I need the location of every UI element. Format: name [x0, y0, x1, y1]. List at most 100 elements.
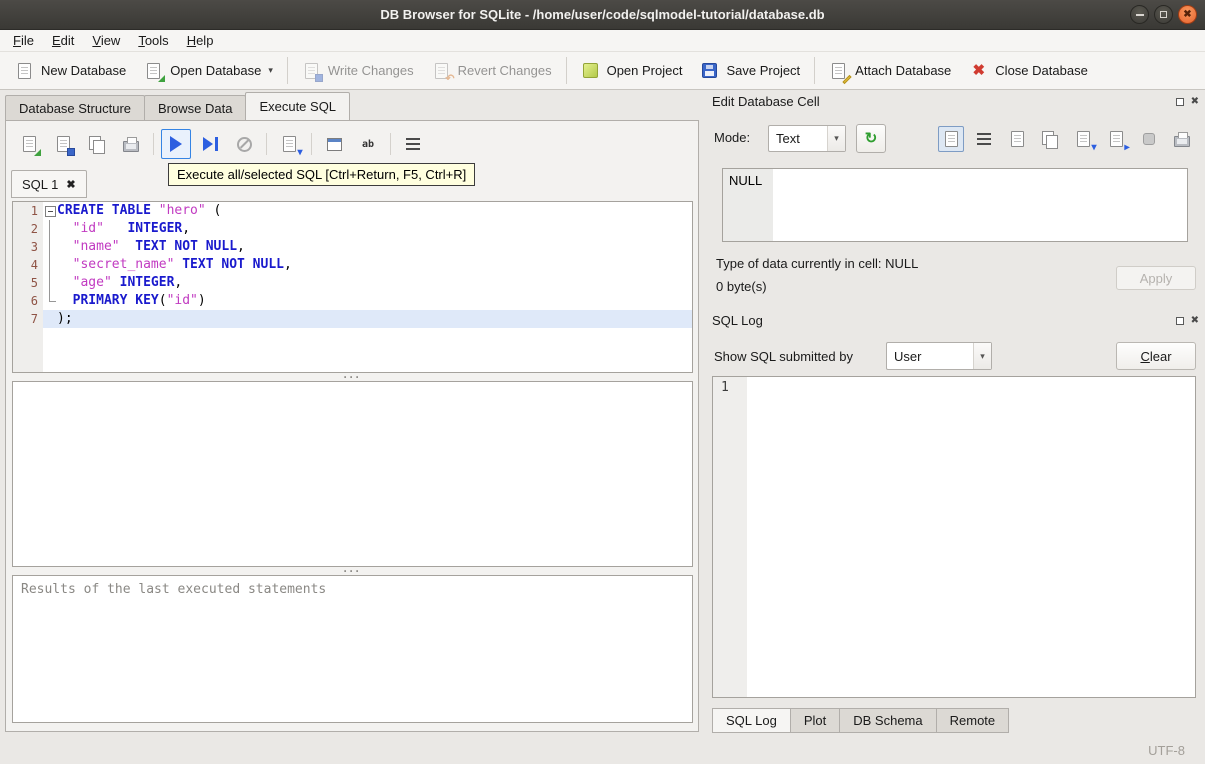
open-cell-file-button[interactable] — [1004, 126, 1030, 152]
sql1-tab-close-icon[interactable]: ✖ — [66, 178, 75, 191]
save-sql-file-icon — [54, 135, 75, 156]
copy-cell-button[interactable] — [1037, 126, 1063, 152]
print-icon — [1173, 130, 1192, 149]
tab-database-structure[interactable]: Database Structure — [5, 95, 146, 121]
word-wrap-icon — [975, 130, 994, 149]
open-query-button[interactable] — [319, 129, 349, 159]
dock-tab-bar: SQL Log Plot DB Schema Remote — [712, 708, 1010, 733]
save-sql-as-button[interactable] — [82, 129, 112, 159]
code-line[interactable]: 4 "secret_name" TEXT NOT NULL, — [13, 256, 692, 274]
toolbar-separator — [153, 133, 154, 155]
execute-line-button[interactable] — [195, 129, 225, 159]
menu-tools[interactable]: Tools — [129, 31, 177, 50]
execute-all-button[interactable] — [161, 129, 191, 159]
window-title: DB Browser for SQLite - /home/user/code/… — [380, 7, 825, 22]
open-sql-file-button[interactable] — [14, 129, 44, 159]
apply-button[interactable]: Apply — [1116, 266, 1196, 290]
menu-file[interactable]: File — [4, 31, 43, 50]
maximize-icon — [1160, 11, 1167, 18]
new-database-button[interactable]: New Database — [6, 56, 135, 85]
word-wrap-button[interactable] — [398, 129, 428, 159]
menu-help[interactable]: Help — [178, 31, 223, 50]
code-line[interactable]: 6 PRIMARY KEY("id") — [13, 292, 692, 310]
save-project-button[interactable]: Save Project — [691, 56, 809, 85]
open-database-dropdown-icon[interactable]: ▾ — [268, 66, 273, 75]
open-project-icon — [581, 61, 600, 80]
code-line[interactable]: 5 "age" INTEGER, — [13, 274, 692, 292]
menu-view[interactable]: View — [83, 31, 129, 50]
minimize-icon — [1135, 13, 1144, 16]
float-dock-icon[interactable] — [1175, 97, 1184, 106]
menu-edit[interactable]: Edit — [43, 31, 83, 50]
cell-size-info: 0 byte(s) — [716, 279, 767, 294]
import-cell-button[interactable]: ▾ — [1070, 126, 1097, 152]
sql-log-dock-header: SQL Log ✖ — [712, 313, 1199, 328]
refresh-cell-button[interactable]: ↻ — [856, 124, 886, 153]
code-line[interactable]: 7); — [13, 310, 692, 328]
text-mode-button[interactable] — [938, 126, 964, 152]
import-icon: ▾ — [1074, 130, 1097, 152]
write-changes-button[interactable]: Write Changes — [293, 56, 423, 85]
refresh-icon: ↻ — [864, 130, 878, 147]
dock-tab-plot[interactable]: Plot — [789, 708, 841, 733]
open-query-icon — [325, 135, 344, 154]
menubar: File Edit View Tools Help — [0, 30, 1205, 52]
apply-label: Apply — [1139, 270, 1173, 286]
close-dock-icon[interactable]: ✖ — [1191, 96, 1199, 107]
float-dock-icon[interactable] — [1175, 316, 1184, 325]
splitter-handle[interactable]: ··· — [12, 370, 693, 384]
open-project-button[interactable]: Open Project — [572, 56, 692, 85]
attach-database-button[interactable]: Attach Database — [820, 56, 960, 85]
tab-browse-data[interactable]: Browse Data — [144, 95, 247, 121]
close-window-button[interactable]: ✖ — [1178, 5, 1197, 24]
clear-log-button[interactable]: Clear — [1116, 342, 1196, 370]
attach-database-label: Attach Database — [855, 63, 952, 78]
sql1-tab-label: SQL 1 — [22, 176, 59, 192]
maximize-button[interactable] — [1154, 5, 1173, 24]
cell-type-info: Type of data currently in cell: NULL — [716, 256, 919, 271]
dock-tab-db-schema[interactable]: DB Schema — [839, 708, 937, 733]
dock-tab-sql-log[interactable]: SQL Log — [712, 708, 791, 733]
toolbar-separator — [390, 133, 391, 155]
close-database-button[interactable]: ✖ Close Database — [960, 56, 1097, 85]
open-database-label: Open Database — [170, 63, 262, 78]
open-sql-file-icon — [20, 135, 41, 156]
tab-execute-sql[interactable]: Execute SQL — [245, 92, 351, 121]
open-database-button[interactable]: Open Database ▾ — [135, 56, 282, 85]
word-wrap-cell-button[interactable] — [971, 126, 997, 152]
mode-value: Text — [776, 131, 800, 146]
main-toolbar: New Database Open Database ▾ Write Chang… — [0, 52, 1205, 90]
mode-select[interactable]: Text ▾ — [768, 125, 846, 152]
close-dock-icon[interactable]: ✖ — [1191, 315, 1199, 326]
stop-execution-button[interactable] — [229, 129, 259, 159]
print-sql-button[interactable] — [116, 129, 146, 159]
save-results-button[interactable]: ▾ — [274, 129, 304, 159]
sql-log-view[interactable]: 1 — [712, 376, 1196, 698]
results-message-pane[interactable]: Results of the last executed statements — [12, 575, 693, 723]
save-sql-file-button[interactable] — [48, 129, 78, 159]
edit-cell-dock-header: Edit Database Cell ✖ — [712, 94, 1199, 109]
sql-editor[interactable]: 1 CREATE TABLE "hero" (2 "id" INTEGER, 3 "… — [12, 201, 693, 373]
splitter-handle[interactable]: ··· — [12, 564, 693, 578]
revert-changes-button[interactable]: ↶ Revert Changes — [423, 56, 561, 85]
set-null-button[interactable] — [1136, 126, 1162, 152]
sql1-tab[interactable]: SQL 1 ✖ — [11, 170, 87, 198]
minimize-button[interactable] — [1130, 5, 1149, 24]
results-grid[interactable] — [12, 381, 693, 567]
new-database-label: New Database — [41, 63, 127, 78]
revert-changes-label: Revert Changes — [457, 63, 552, 78]
execute-line-icon — [201, 135, 220, 154]
dock-tab-remote[interactable]: Remote — [935, 708, 1010, 733]
save-sql-as-icon — [88, 135, 107, 154]
print-cell-button[interactable] — [1169, 126, 1195, 152]
clear-label: Clear — [1140, 348, 1172, 364]
log-filter-select[interactable]: User ▾ — [886, 342, 992, 370]
close-database-icon: ✖ — [972, 62, 986, 79]
code-line[interactable]: 2 "id" INTEGER, — [13, 220, 692, 238]
code-line[interactable]: 1 CREATE TABLE "hero" ( — [13, 202, 692, 220]
code-line[interactable]: 3 "name" TEXT NOT NULL, — [13, 238, 692, 256]
toolbar-separator — [311, 133, 312, 155]
cell-editor[interactable]: NULL — [722, 168, 1188, 242]
find-replace-button[interactable]: ab — [353, 129, 383, 159]
export-cell-button[interactable]: ▸ — [1103, 126, 1130, 152]
